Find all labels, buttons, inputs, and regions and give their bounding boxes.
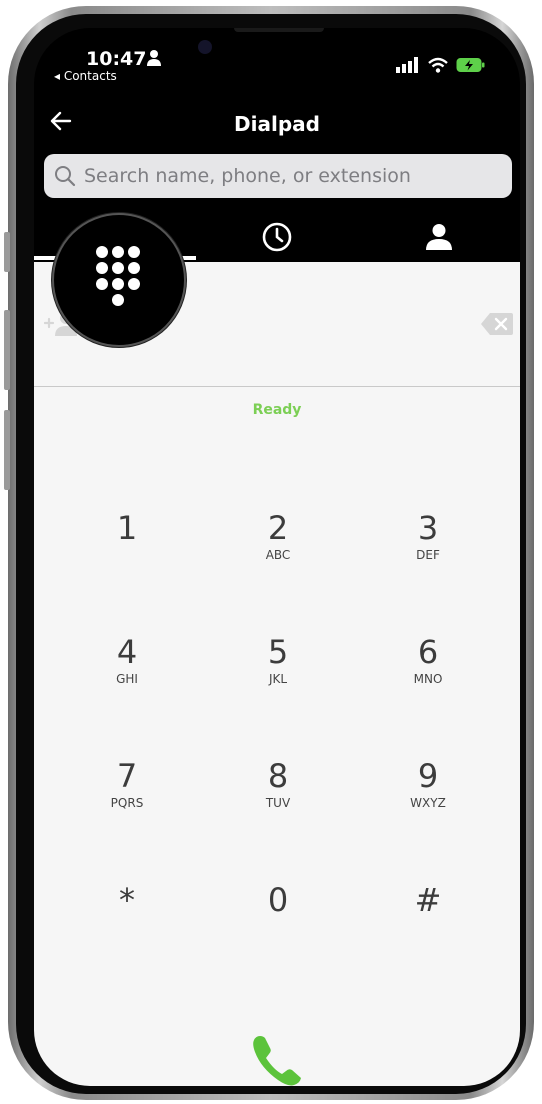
dialpad-icon: [96, 246, 140, 306]
front-camera: [198, 40, 212, 54]
key-letters: GHI: [116, 672, 138, 686]
cellular-signal-icon: [396, 57, 418, 73]
key-2[interactable]: 2 ABC: [208, 510, 348, 590]
status-icons: [396, 56, 486, 74]
screen: 10:47 ◂ Contacts Dialpad Search name, ph…: [34, 28, 520, 1086]
tab-recents[interactable]: [196, 212, 358, 262]
key-letters: TUV: [265, 796, 291, 810]
key-star[interactable]: *: [57, 882, 197, 962]
volume-down-button: [4, 410, 10, 490]
key-letters: PQRS: [110, 796, 144, 810]
key-4[interactable]: 4 GHI: [57, 634, 197, 714]
key-0[interactable]: 0: [208, 882, 348, 962]
key-7[interactable]: 7 PQRS: [57, 758, 197, 838]
person-status-icon: [147, 50, 161, 66]
call-button[interactable]: [248, 1030, 308, 1086]
key-digit: 8: [267, 757, 289, 795]
back-to-app-link[interactable]: ◂ Contacts: [54, 69, 117, 83]
key-8[interactable]: 8 TUV: [208, 758, 348, 838]
page-title: Dialpad: [234, 112, 320, 136]
phone-icon: [253, 1036, 301, 1086]
key-digit: 5: [267, 633, 289, 671]
search-bar[interactable]: [44, 154, 512, 198]
dialpad-tab-highlight[interactable]: [52, 213, 186, 347]
action-button: [4, 232, 10, 272]
search-icon: [55, 166, 76, 187]
status-time: 10:47: [86, 48, 147, 70]
clock-icon: [262, 222, 292, 252]
key-letters: ABC: [265, 548, 291, 562]
key-digit: 0: [267, 881, 289, 919]
key-digit: 6: [417, 633, 439, 671]
tab-contacts[interactable]: [358, 212, 520, 262]
backspace-icon[interactable]: [480, 312, 514, 336]
battery-charging-icon: [456, 58, 485, 72]
key-5[interactable]: 5 JKL: [208, 634, 348, 714]
key-letters: MNO: [413, 672, 443, 686]
key-digit: 1: [116, 509, 138, 547]
speaker: [234, 28, 324, 32]
status-text: Ready: [252, 402, 302, 418]
key-digit: 2: [267, 509, 289, 547]
person-icon: [426, 224, 452, 250]
search-input[interactable]: [82, 164, 496, 188]
key-digit: 3: [417, 509, 439, 547]
key-digit: #: [414, 881, 442, 919]
key-digit: *: [119, 881, 135, 919]
key-digit: 4: [116, 633, 138, 671]
key-digit: 7: [116, 757, 138, 795]
volume-up-button: [4, 310, 10, 390]
key-3[interactable]: 3 DEF: [358, 510, 498, 590]
wifi-icon: [428, 57, 448, 73]
key-6[interactable]: 6 MNO: [358, 634, 498, 714]
dialpad-panel: Ready 1 2 ABC 3 DEF 4 GHI 5 JKL 6 MNO 7 …: [34, 262, 520, 1086]
key-letters: JKL: [268, 672, 288, 686]
key-letters: DEF: [416, 548, 440, 562]
key-letters: WXYZ: [410, 796, 446, 810]
key-1[interactable]: 1: [57, 510, 197, 590]
key-9[interactable]: 9 WXYZ: [358, 758, 498, 838]
key-hash[interactable]: #: [358, 882, 498, 962]
key-digit: 9: [417, 757, 439, 795]
